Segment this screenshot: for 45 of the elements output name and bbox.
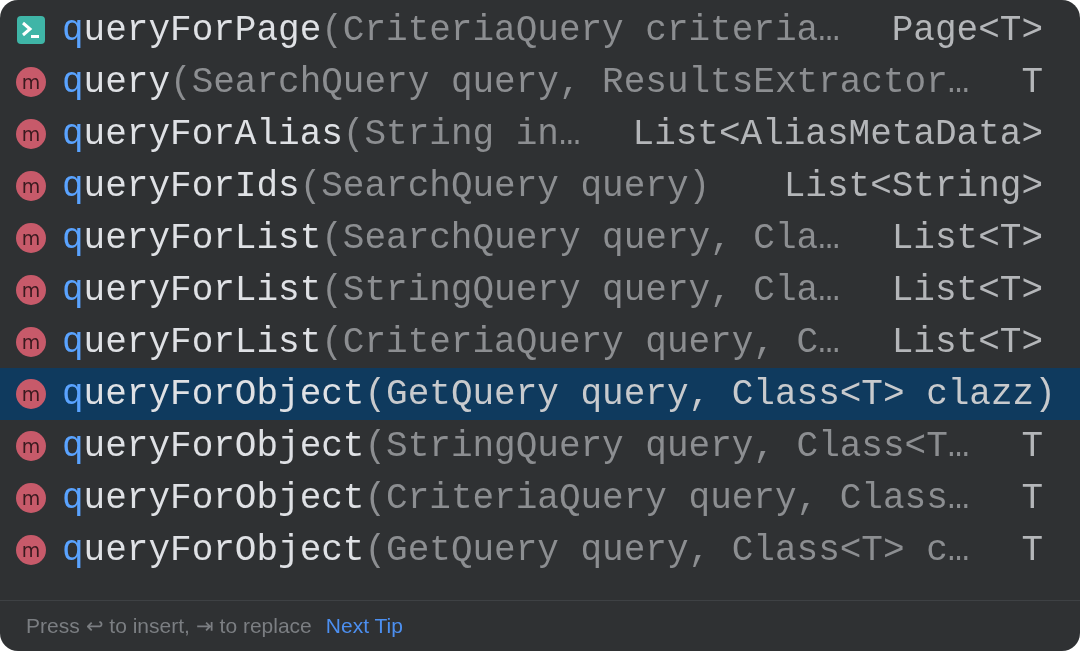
- completion-item[interactable]: queryForPage(CriteriaQuery criteria… Page<T>: [0, 4, 1080, 56]
- return-type: List<T>: [890, 217, 1043, 259]
- method-signature: queryForObject(GetQuery query, Class<T> c…: [62, 529, 970, 571]
- return-type: T: [1020, 477, 1043, 519]
- method-signature: query(SearchQuery query, ResultsExtractor…: [62, 61, 970, 103]
- method-badge: m: [16, 119, 46, 149]
- completion-item[interactable]: m queryForObject(GetQuery query, Class<T> c… T: [0, 524, 1080, 576]
- method-signature: queryForObject(GetQuery query, Class<T> clazz): [62, 373, 1056, 415]
- method-signature: queryForObject(StringQuery query, Class<T…: [62, 425, 970, 467]
- next-tip-link[interactable]: Next Tip: [325, 614, 403, 638]
- terminal-icon: [16, 15, 46, 45]
- method-signature: queryForPage(CriteriaQuery criteria…: [62, 9, 840, 51]
- method-signature: queryForObject(CriteriaQuery query, Class…: [62, 477, 970, 519]
- method-badge: m: [16, 431, 46, 461]
- return-type: List<T>: [890, 269, 1043, 311]
- return-type: List<String>: [782, 165, 1043, 207]
- completion-item[interactable]: m queryForObject(StringQuery query, Class<T… T: [0, 420, 1080, 472]
- return-type: Page<T>: [890, 9, 1043, 51]
- method-signature: queryForAlias(String in…: [62, 113, 581, 155]
- method-badge: m: [16, 483, 46, 513]
- return-type: List<AliasMetaData>: [631, 113, 1043, 155]
- completion-item[interactable]: m queryForObject(GetQuery query, Class<T> clazz): [0, 368, 1080, 420]
- return-type: T: [1020, 61, 1043, 103]
- completion-item[interactable]: m queryForObject(CriteriaQuery query, Class… T: [0, 472, 1080, 524]
- method-signature: queryForList(CriteriaQuery query, C…: [62, 321, 840, 363]
- method-badge: m: [16, 223, 46, 253]
- completion-item[interactable]: m queryForList(SearchQuery query, Cla… List<T>: [0, 212, 1080, 264]
- return-type: List<T>: [890, 321, 1043, 363]
- completion-item[interactable]: m queryForIds(SearchQuery query) List<String>: [0, 160, 1080, 212]
- footer-hint: Press ↩ to insert, ⇥ to replace: [26, 614, 312, 638]
- method-badge: m: [16, 171, 46, 201]
- method-badge: m: [16, 275, 46, 305]
- method-signature: queryForIds(SearchQuery query): [62, 165, 711, 207]
- method-badge: m: [16, 67, 46, 97]
- completion-item[interactable]: m queryForList(StringQuery query, Cla… List<T>: [0, 264, 1080, 316]
- completion-item[interactable]: m query(SearchQuery query, ResultsExtractor… T: [0, 56, 1080, 108]
- method-badge: m: [16, 535, 46, 565]
- method-badge: m: [16, 379, 46, 409]
- method-badge: m: [16, 327, 46, 357]
- completion-item[interactable]: m queryForAlias(String in… List<AliasMetaData>: [0, 108, 1080, 160]
- return-type: T: [1020, 425, 1043, 467]
- completion-item[interactable]: m queryForList(CriteriaQuery query, C… List<T>: [0, 316, 1080, 368]
- method-signature: queryForList(SearchQuery query, Cla…: [62, 217, 840, 259]
- method-signature: queryForList(StringQuery query, Cla…: [62, 269, 840, 311]
- return-type: T: [1020, 529, 1043, 571]
